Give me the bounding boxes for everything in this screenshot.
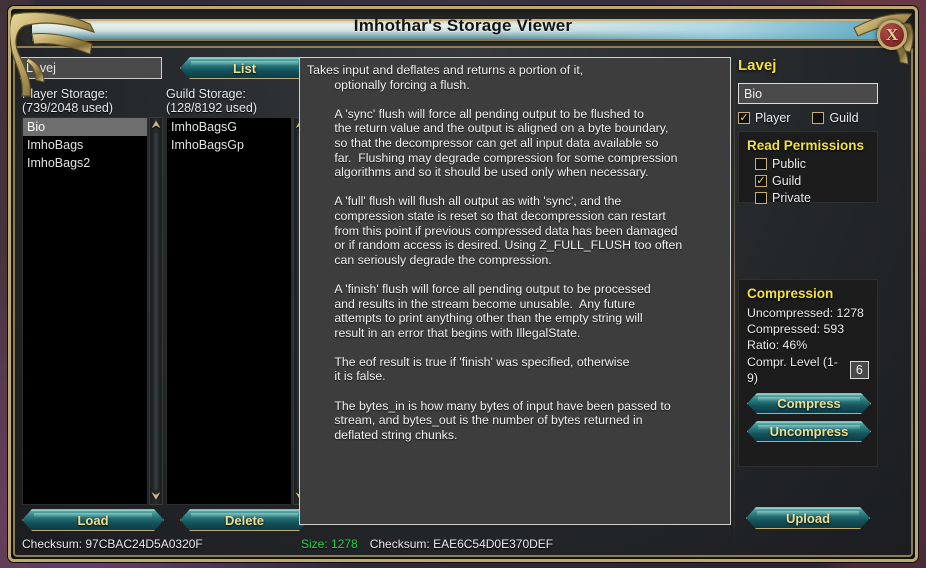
checkbox-guild[interactable]: Guild [812,111,859,125]
checkbox-empty-icon [755,158,767,170]
scrollbar-track[interactable] [153,133,159,489]
list-item[interactable]: ImhoBagsGp [167,136,291,154]
page-title: Imhothar's Storage Viewer [353,16,573,35]
checkbox-label: Guild [772,174,802,188]
uncompress-button[interactable]: Uncompress [747,421,871,442]
checkbox-label: Player [755,111,791,125]
scroll-up-icon[interactable]: ⮝ [150,118,162,132]
read-permissions-panel: Read Permissions Public ✓ Guild Private [738,131,878,205]
permissions-checkbox-list: Public ✓ Guild Private [747,157,869,205]
storage-viewer-window: Imhothar's Storage Viewer X Lavej List P… [8,6,918,562]
player-storage-list[interactable]: Bio ImhoBags ImhoBags2 [22,117,148,505]
uncompressed-size-label: Uncompressed: 1278 [747,306,864,320]
scroll-down-icon[interactable]: ⮟ [150,490,162,504]
close-button[interactable]: X [877,20,907,50]
player-checksum-label: Checksum: 97CBAC24D5A0320F [22,537,203,551]
center-panel: Takes input and deflates and returns a p… [299,57,731,551]
compression-title: Compression [747,286,834,301]
checkbox-empty-icon [755,192,767,204]
checkbox-empty-icon [812,112,825,124]
close-icon: X [885,25,899,44]
scope-checkbox-row: ✓ Player Guild [738,111,859,125]
list-item[interactable]: ImhoBags2 [23,154,147,172]
checkbox-private[interactable]: Private [755,191,869,205]
data-checksum-label: Checksum: EAE6C54D0E370DEF [369,537,554,551]
checkbox-public[interactable]: Public [755,157,869,171]
window-content: Lavej List Player Storage: (739/2048 use… [15,51,911,555]
read-permissions-title: Read Permissions [747,138,865,153]
owner-name-heading: Lavej [738,57,777,74]
ratio-label: Ratio: 46% [747,338,808,352]
checkbox-guild[interactable]: ✓ Guild [755,174,869,188]
status-bar: Size: 1278 Checksum: EAE6C54D0E370DEF [301,537,553,551]
list-item[interactable]: Bio [23,118,147,136]
player-list-scrollbar[interactable]: ⮝ ⮟ [149,117,163,505]
compression-panel: Compression Uncompressed: 1278 Compresse… [738,279,878,467]
list-item[interactable]: ImhoBagsG [167,118,291,136]
size-label: Size: 1278 [301,537,358,551]
list-button[interactable]: List [180,57,309,79]
compressed-size-label: Compressed: 593 [747,322,845,336]
upload-button[interactable]: Upload [746,507,870,529]
right-panel: Lavej Bio ✓ Player Guild Read Permissions … [736,57,906,551]
checkbox-label: Public [772,157,807,171]
ornament-left-hook-icon [10,11,96,97]
check-icon: ✓ [738,111,750,124]
load-button[interactable]: Load [22,509,164,531]
checkbox-label: Guild [829,111,859,125]
panel-divider [734,57,735,551]
title-bar: Imhothar's Storage Viewer X [8,6,918,97]
document-text-area[interactable]: Takes input and deflates and returns a p… [299,57,731,525]
checkbox-label: Private [772,191,811,205]
delete-button[interactable]: Delete [180,509,309,531]
compression-level-row: Compr. Level (1-9) 6 [747,354,869,386]
check-icon: ✓ [755,174,767,187]
left-panel: Lavej List Player Storage: (739/2048 use… [20,57,293,551]
compression-level-input[interactable]: 6 [849,361,869,379]
entry-name-input[interactable]: Bio [738,83,878,104]
compression-level-label: Compr. Level (1-9) [747,355,838,385]
guild-storage-list[interactable]: ImhoBagsG ImhoBagsGp [166,117,292,505]
checkbox-player[interactable]: ✓ Player [738,111,790,125]
guild-storage-label: Guild Storage: (128/8192 used) [166,87,258,115]
list-item[interactable]: ImhoBags [23,136,147,154]
compress-button[interactable]: Compress [747,393,871,414]
